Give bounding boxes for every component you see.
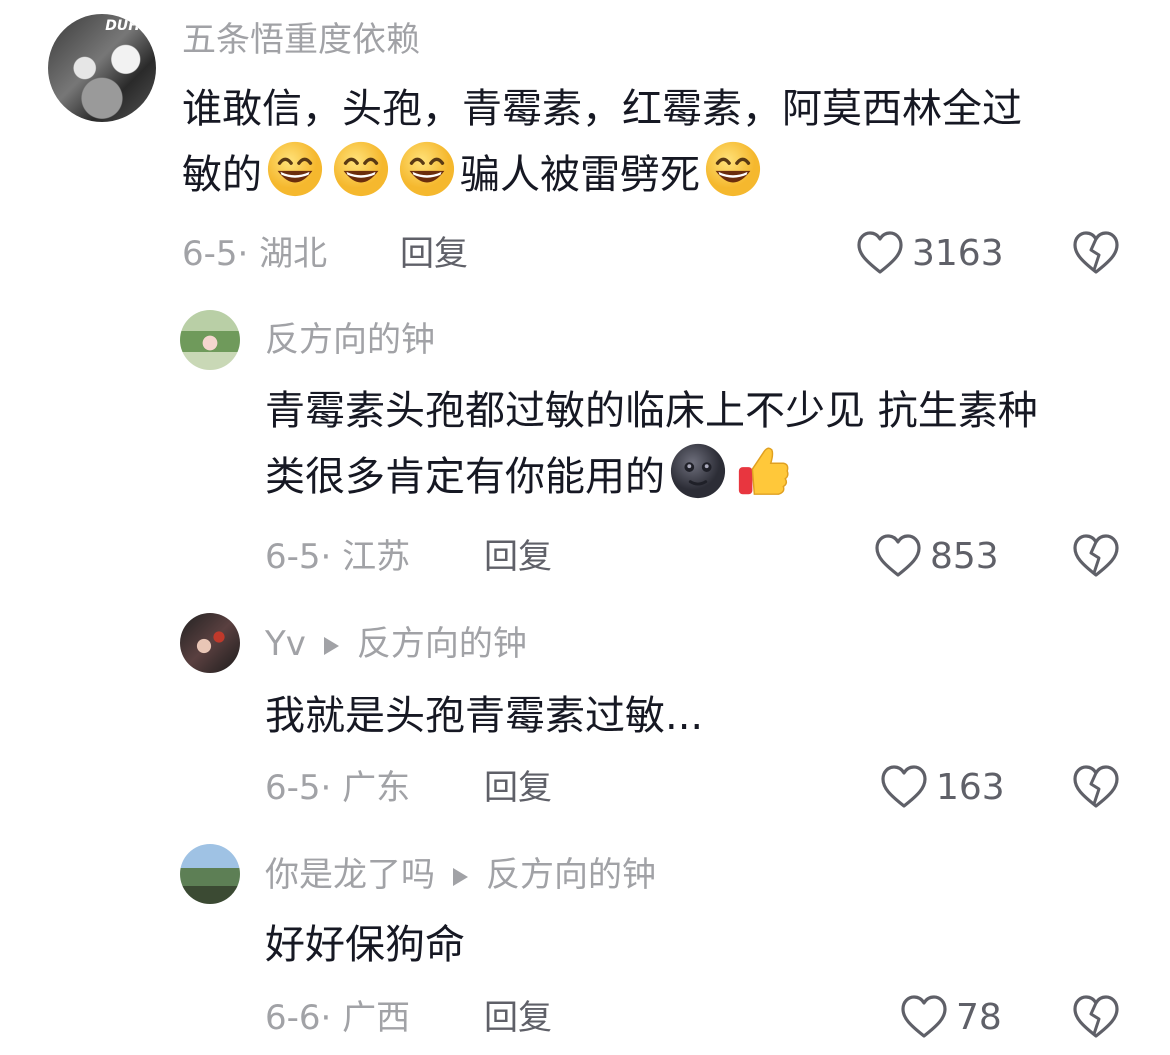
reply-to-author[interactable]: 反方向的钟 — [357, 624, 527, 664]
comment-text-part: 骗人被雷劈死 — [460, 152, 700, 198]
comment-date-location: 6-5· 广东 — [265, 768, 411, 808]
reply-button[interactable]: 回复 — [484, 537, 552, 577]
avatar[interactable] — [180, 310, 240, 370]
avatar[interactable] — [180, 613, 240, 673]
broken-heart-icon[interactable] — [1072, 764, 1120, 810]
reply-button[interactable]: 回复 — [484, 768, 552, 808]
like-count: 853 — [930, 536, 999, 577]
avatar-text: DUH — [105, 18, 140, 34]
comment-author[interactable]: 你是龙了吗 — [265, 855, 435, 895]
comment-text: 青霉素头孢都过敏的临床上不少见 抗生素种 类很多肯定有你能用的 — [265, 380, 1145, 508]
comment-author[interactable]: Yv — [265, 624, 306, 664]
comment-text-line: 谁敢信，头孢，青霉素，红霉素，阿莫西林全过 — [182, 86, 1022, 132]
comment-author-line: Yv 反方向的钟 — [265, 624, 527, 664]
like-count: 78 — [956, 997, 1002, 1038]
avatar[interactable] — [180, 844, 240, 904]
heart-outline-icon[interactable] — [900, 994, 948, 1040]
comment-text: 我就是头孢青霉素过敏... — [265, 693, 704, 739]
comment-text-part: 敏的 — [182, 152, 262, 198]
like-count: 163 — [936, 767, 1005, 808]
comment-author[interactable]: 反方向的钟 — [265, 320, 435, 360]
grinning-face-emoji-icon — [333, 141, 389, 197]
like-count: 3163 — [912, 233, 1004, 274]
thumbs-up-emoji-icon — [738, 447, 789, 495]
broken-heart-icon[interactable] — [1072, 994, 1120, 1040]
heart-outline-icon[interactable] — [874, 533, 922, 579]
heart-outline-icon[interactable] — [856, 230, 904, 276]
avatar[interactable]: DUH — [48, 14, 156, 122]
comment-date-location: 6-5· 湖北 — [182, 234, 328, 274]
reply-to-author[interactable]: 反方向的钟 — [486, 855, 656, 895]
comment-text: 谁敢信，头孢，青霉素，红霉素，阿莫西林全过 敏的 骗人被雷劈死 — [182, 78, 1142, 206]
comment-text-line: 类很多肯定有你能用的 — [265, 442, 1145, 508]
grinning-face-emoji-icon — [267, 141, 323, 197]
comment-author[interactable]: 五条悟重度依赖 — [182, 20, 420, 60]
new-moon-face-emoji-icon — [670, 443, 726, 499]
comment-text: 好好保狗命 — [265, 922, 465, 968]
comment-text-line: 青霉素头孢都过敏的临床上不少见 抗生素种 — [265, 388, 1038, 434]
comment-date-location: 6-6· 广西 — [265, 998, 411, 1038]
play-triangle-icon — [323, 636, 339, 655]
broken-heart-icon[interactable] — [1072, 230, 1120, 276]
reply-button[interactable]: 回复 — [484, 998, 552, 1038]
heart-outline-icon[interactable] — [880, 764, 928, 810]
grinning-face-emoji-icon — [705, 141, 761, 197]
play-triangle-icon — [453, 867, 468, 886]
comment-date-location: 6-5· 江苏 — [265, 537, 411, 577]
comment-text-line: 敏的 骗人被雷劈死 — [182, 140, 1142, 206]
comment-text-part: 类很多肯定有你能用的 — [265, 454, 665, 500]
grinning-face-emoji-icon — [399, 141, 455, 197]
reply-button[interactable]: 回复 — [400, 234, 468, 274]
comment-author-line: 你是龙了吗 反方向的钟 — [265, 855, 656, 895]
broken-heart-icon[interactable] — [1072, 533, 1120, 579]
